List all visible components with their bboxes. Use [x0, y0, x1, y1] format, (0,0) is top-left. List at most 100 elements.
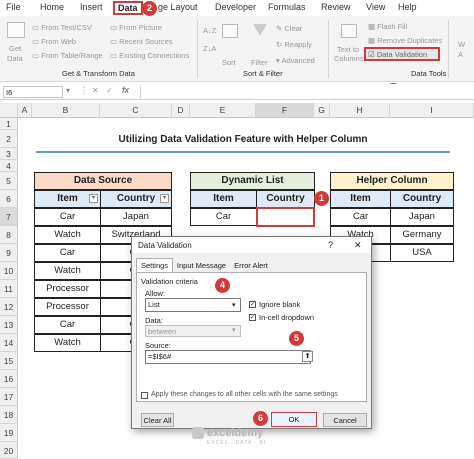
row-header[interactable]: 1 — [0, 118, 18, 130]
table-cell[interactable]: Watch — [34, 262, 101, 280]
table-cell[interactable]: Japan — [390, 208, 454, 226]
menu-formulas[interactable]: Formulas — [268, 2, 306, 12]
filter-dropdown-icon[interactable]: ▾ — [160, 194, 169, 203]
help-button[interactable]: ? — [328, 240, 333, 250]
sort-za-button[interactable]: Z↓A — [203, 44, 216, 53]
text-to-columns-label-2[interactable]: Columns — [334, 54, 364, 63]
menu-data[interactable]: Data — [113, 1, 143, 15]
what-if-label-2[interactable]: A — [458, 50, 463, 59]
table-cell[interactable]: Processor — [34, 280, 101, 298]
from-text-button[interactable]: ▭ From Text/CSV — [32, 23, 92, 32]
row-header[interactable]: 2 — [0, 130, 18, 148]
reapply-button[interactable]: ↻ Reapply — [276, 40, 312, 49]
row-header[interactable]: 17 — [0, 388, 18, 406]
table-cell[interactable]: Japan — [100, 208, 172, 226]
table-cell[interactable]: Car — [34, 316, 101, 334]
menu-view[interactable]: View — [366, 2, 385, 12]
row-header[interactable]: 19 — [0, 424, 18, 442]
filter-dropdown-icon[interactable]: ▾ — [89, 194, 98, 203]
dynamic-list-item-cell[interactable]: Car — [190, 208, 257, 226]
column-header-b[interactable]: B — [32, 103, 100, 118]
menu-help[interactable]: Help — [398, 2, 417, 12]
source-input[interactable]: =$I$6# — [145, 350, 311, 364]
select-all-corner[interactable] — [0, 103, 18, 118]
menu-file[interactable]: File — [6, 2, 21, 12]
column-header-e[interactable]: E — [190, 103, 256, 118]
menu-insert[interactable]: Insert — [80, 2, 103, 12]
row-header[interactable]: 20 — [0, 442, 18, 459]
column-header-g[interactable]: G — [314, 103, 330, 118]
tab-error-alert[interactable]: Error Alert — [230, 259, 272, 272]
menu-page-layout[interactable]: ge Layout — [158, 2, 198, 12]
data-validation-button[interactable]: ☑ Data Validation — [368, 50, 427, 59]
row-header[interactable]: 12 — [0, 298, 18, 316]
name-box-dropdown-icon[interactable]: ▾ — [66, 86, 70, 95]
row-header[interactable]: 3 — [0, 148, 18, 160]
remove-duplicates-button[interactable]: ▦ Remove Duplicates — [368, 36, 442, 45]
column-header-a[interactable]: A — [18, 103, 32, 118]
filter-button[interactable]: Filter — [251, 58, 268, 67]
dynamic-list-country-cell[interactable] — [256, 207, 315, 227]
text-to-columns-label[interactable]: Text to — [337, 45, 359, 54]
row-header[interactable]: 14 — [0, 334, 18, 352]
row-header[interactable]: 11 — [0, 280, 18, 298]
table-cell[interactable]: Car — [34, 208, 101, 226]
row-header[interactable]: 5 — [0, 172, 18, 190]
row-header[interactable]: 10 — [0, 262, 18, 280]
row-header[interactable]: 9 — [0, 244, 18, 262]
menu-review[interactable]: Review — [321, 2, 351, 12]
ignore-blank-checkbox[interactable]: ✓ — [249, 301, 256, 308]
range-picker-icon[interactable]: ⬆ — [302, 351, 313, 362]
ok-button[interactable]: OK — [271, 412, 317, 427]
fx-icon[interactable]: fx — [122, 85, 129, 95]
menu-home[interactable]: Home — [40, 2, 64, 12]
row-header[interactable]: 13 — [0, 316, 18, 334]
enter-icon[interactable]: ✓ — [106, 86, 113, 95]
from-picture-button[interactable]: ▭ From Picture — [110, 23, 162, 32]
table-cell[interactable]: Processor — [34, 298, 101, 316]
column-header-h[interactable]: H — [330, 103, 390, 118]
sort-button[interactable]: Sort — [222, 58, 236, 67]
table-cell[interactable]: Watch — [34, 334, 101, 352]
from-table-button[interactable]: ▭ From Table/Range — [32, 51, 103, 60]
row-header[interactable]: 7 — [0, 208, 18, 226]
clear-button[interactable]: ✎ Clear — [276, 24, 302, 33]
from-web-button[interactable]: ▭ From Web — [32, 37, 76, 46]
get-data-label-2[interactable]: Data — [7, 54, 23, 63]
table-cell[interactable]: USA — [390, 244, 454, 262]
allow-select[interactable]: List — [145, 298, 241, 312]
table-cell[interactable]: Watch — [34, 226, 101, 244]
chevron-down-icon[interactable]: ▾ — [232, 301, 236, 309]
sort-az-button[interactable]: A↓Z — [203, 26, 216, 35]
menu-developer[interactable]: Developer — [215, 2, 256, 12]
column-header-c[interactable]: C — [100, 103, 172, 118]
flash-fill-button[interactable]: ▦ Flash Fill — [368, 22, 407, 31]
table-cell[interactable]: Car — [330, 208, 391, 226]
name-box[interactable]: I6 — [3, 86, 63, 98]
table-cell[interactable]: Germany — [390, 226, 454, 244]
apply-all-checkbox[interactable] — [141, 392, 148, 399]
row-header[interactable]: 8 — [0, 226, 18, 244]
row-header[interactable]: 16 — [0, 370, 18, 388]
in-cell-dropdown-checkbox[interactable]: ✓ — [249, 314, 256, 321]
tab-input-message[interactable]: Input Message — [174, 259, 229, 272]
row-header[interactable]: 6 — [0, 190, 18, 208]
get-data-label[interactable]: Get — [9, 44, 21, 53]
row-header[interactable]: 4 — [0, 160, 18, 172]
column-header-d[interactable]: D — [172, 103, 190, 118]
close-button[interactable]: ✕ — [354, 240, 362, 251]
table-cell[interactable]: Car — [34, 244, 101, 262]
column-header-f[interactable]: F — [256, 103, 314, 118]
row-header[interactable]: 15 — [0, 352, 18, 370]
row-header[interactable]: 18 — [0, 406, 18, 424]
formula-input[interactable] — [140, 86, 470, 98]
column-header-i[interactable]: I — [390, 103, 474, 118]
cancel-icon[interactable]: ✕ — [92, 86, 99, 95]
what-if-label[interactable]: W — [458, 40, 465, 49]
clear-all-button[interactable]: Clear All — [141, 413, 174, 427]
existing-connections-button[interactable]: ▭ Existing Connections — [110, 51, 189, 60]
recent-sources-button[interactable]: ▭ Recent Sources — [110, 37, 173, 46]
advanced-button[interactable]: ▾ Advanced — [276, 56, 315, 65]
tab-settings[interactable]: Settings — [136, 258, 173, 272]
cancel-button[interactable]: Cancel — [323, 413, 367, 427]
